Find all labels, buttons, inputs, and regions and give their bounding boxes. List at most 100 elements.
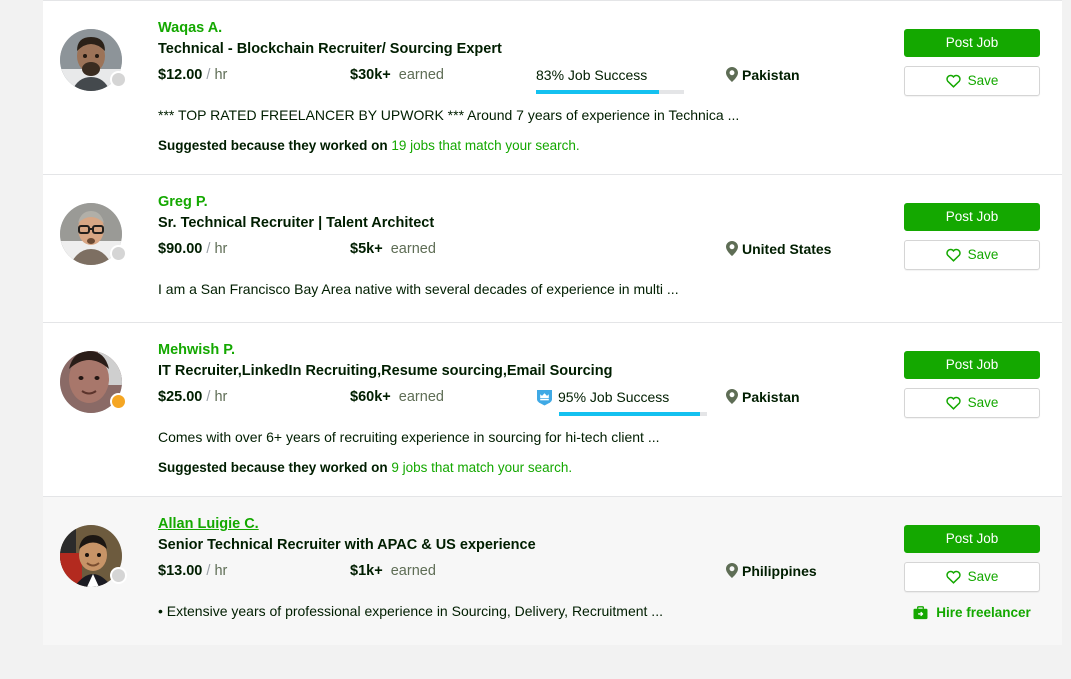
- location-text: United States: [742, 239, 831, 259]
- save-freelancer-button[interactable]: Save: [904, 562, 1040, 592]
- freelancer-title: Sr. Technical Recruiter | Talent Archite…: [158, 213, 892, 233]
- location-stat: United States: [726, 239, 892, 259]
- job-success-stat: 83% Job Success: [536, 65, 726, 94]
- freelancer-stats-row: $13.00 / hr $1k+ earned Philippines: [158, 561, 892, 589]
- hourly-rate-stat: $13.00 / hr: [158, 561, 350, 581]
- freelancer-title: IT Recruiter,LinkedIn Recruiting,Resume …: [158, 361, 892, 381]
- total-earned-stat: $30k+ earned: [350, 65, 536, 85]
- card-actions: Post Job Save: [904, 193, 1062, 304]
- freelancer-stats-row: $25.00 / hr $60k+ earned 95% Job Success: [158, 387, 892, 415]
- freelancer-stats-row: $12.00 / hr $30k+ earned 83% Job Success: [158, 65, 892, 93]
- hourly-rate-value: $13.00: [158, 563, 202, 579]
- page-root: Waqas A. Technical - Blockchain Recruite…: [0, 0, 1071, 679]
- save-button-label: Save: [968, 248, 999, 262]
- freelancer-name-link[interactable]: Waqas A.: [158, 19, 222, 37]
- freelancer-name-link[interactable]: Greg P.: [158, 193, 208, 211]
- total-earned-stat: $60k+ earned: [350, 387, 536, 407]
- job-success-header: 95% Job Success: [536, 388, 726, 406]
- location-text: Philippines: [742, 561, 817, 581]
- freelancer-card[interactable]: Allan Luigie C. Senior Technical Recruit…: [43, 497, 1062, 645]
- job-success-stat-empty: [536, 561, 726, 562]
- hourly-rate-stat: $90.00 / hr: [158, 239, 350, 259]
- freelancer-info: Greg P. Sr. Technical Recruiter | Talent…: [158, 193, 904, 304]
- job-success-bar-fill: [559, 412, 700, 416]
- save-button-label: Save: [968, 570, 999, 584]
- suggested-reason: Suggested because they worked on 9 jobs …: [158, 458, 892, 478]
- total-earned-value: $1k+: [350, 563, 383, 579]
- job-success-bar: [559, 412, 707, 416]
- freelancer-card[interactable]: Waqas A. Technical - Blockchain Recruite…: [43, 1, 1062, 175]
- presence-indicator-offline: [110, 245, 127, 262]
- hourly-rate-stat: $25.00 / hr: [158, 387, 350, 407]
- avatar-wrapper[interactable]: [60, 525, 122, 587]
- freelancer-stats-row: $90.00 / hr $5k+ earned United States: [158, 239, 892, 267]
- freelancer-card[interactable]: Greg P. Sr. Technical Recruiter | Talent…: [43, 175, 1062, 323]
- earned-label: earned: [399, 389, 444, 405]
- card-actions: Post Job Save Hire freelancer: [904, 515, 1062, 627]
- suggested-prefix: Suggested because they worked on: [158, 138, 388, 153]
- freelancer-description: • Extensive years of professional experi…: [158, 601, 892, 621]
- job-success-text: 83% Job Success: [536, 66, 647, 84]
- freelancer-info: Mehwish P. IT Recruiter,LinkedIn Recruit…: [158, 341, 904, 478]
- freelancer-title: Technical - Blockchain Recruiter/ Sourci…: [158, 39, 892, 59]
- post-job-button[interactable]: Post Job: [904, 525, 1040, 553]
- freelancer-info: Allan Luigie C. Senior Technical Recruit…: [158, 515, 904, 627]
- post-job-button[interactable]: Post Job: [904, 29, 1040, 57]
- earned-label: earned: [391, 563, 436, 579]
- job-success-bar-fill: [536, 90, 659, 94]
- hourly-rate-stat: $12.00 / hr: [158, 65, 350, 85]
- freelancer-description: *** TOP RATED FREELANCER BY UPWORK *** A…: [158, 105, 892, 125]
- save-freelancer-button[interactable]: Save: [904, 240, 1040, 270]
- save-button-label: Save: [968, 74, 999, 88]
- post-job-button[interactable]: Post Job: [904, 351, 1040, 379]
- freelancer-description: I am a San Francisco Bay Area native wit…: [158, 279, 892, 299]
- freelancer-description: Comes with over 6+ years of recruiting e…: [158, 427, 892, 447]
- presence-indicator-offline: [110, 71, 127, 88]
- location-stat: Philippines: [726, 561, 892, 581]
- hourly-rate-value: $12.00: [158, 67, 202, 83]
- location-stat: Pakistan: [726, 65, 892, 85]
- hire-freelancer-link[interactable]: Hire freelancer: [904, 605, 1040, 620]
- card-actions: Post Job Save: [904, 341, 1062, 478]
- hourly-rate-value: $25.00: [158, 389, 202, 405]
- freelancer-card[interactable]: Mehwish P. IT Recruiter,LinkedIn Recruit…: [43, 323, 1062, 497]
- avatar-column: [43, 19, 158, 156]
- avatar-column: [43, 193, 158, 304]
- freelancer-title: Senior Technical Recruiter with APAC & U…: [158, 535, 892, 555]
- total-earned-value: $60k+: [350, 389, 391, 405]
- total-earned-stat: $5k+ earned: [350, 239, 536, 259]
- avatar-column: [43, 341, 158, 478]
- job-success-header: 83% Job Success: [536, 66, 726, 84]
- total-earned-value: $30k+: [350, 67, 391, 83]
- hire-freelancer-label: Hire freelancer: [936, 605, 1031, 620]
- avatar-column: [43, 515, 158, 627]
- freelancer-results-list: Waqas A. Technical - Blockchain Recruite…: [43, 0, 1062, 645]
- post-job-button[interactable]: Post Job: [904, 203, 1040, 231]
- earned-label: earned: [399, 67, 444, 83]
- presence-indicator-away: [110, 393, 127, 410]
- matching-jobs-link[interactable]: 9 jobs that match your search.: [391, 460, 572, 475]
- location-text: Pakistan: [742, 387, 800, 407]
- job-success-stat-empty: [536, 239, 726, 240]
- avatar-wrapper[interactable]: [60, 351, 122, 413]
- job-success-text: 95% Job Success: [558, 388, 669, 406]
- freelancer-name-link[interactable]: Mehwish P.: [158, 341, 235, 359]
- job-success-stat: 95% Job Success: [536, 387, 726, 416]
- presence-indicator-offline: [110, 567, 127, 584]
- suggested-prefix: Suggested because they worked on: [158, 460, 388, 475]
- earned-label: earned: [391, 241, 436, 257]
- save-freelancer-button[interactable]: Save: [904, 388, 1040, 418]
- save-freelancer-button[interactable]: Save: [904, 66, 1040, 96]
- avatar-wrapper[interactable]: [60, 29, 122, 91]
- freelancer-name-link[interactable]: Allan Luigie C.: [158, 515, 259, 533]
- suggested-reason: Suggested because they worked on 19 jobs…: [158, 136, 892, 156]
- location-text: Pakistan: [742, 65, 800, 85]
- hourly-rate-value: $90.00: [158, 241, 202, 257]
- card-actions: Post Job Save: [904, 19, 1062, 156]
- save-button-label: Save: [968, 396, 999, 410]
- total-earned-stat: $1k+ earned: [350, 561, 536, 581]
- location-stat: Pakistan: [726, 387, 892, 407]
- avatar-wrapper[interactable]: [60, 203, 122, 265]
- matching-jobs-link[interactable]: 19 jobs that match your search.: [391, 138, 579, 153]
- freelancer-info: Waqas A. Technical - Blockchain Recruite…: [158, 19, 904, 156]
